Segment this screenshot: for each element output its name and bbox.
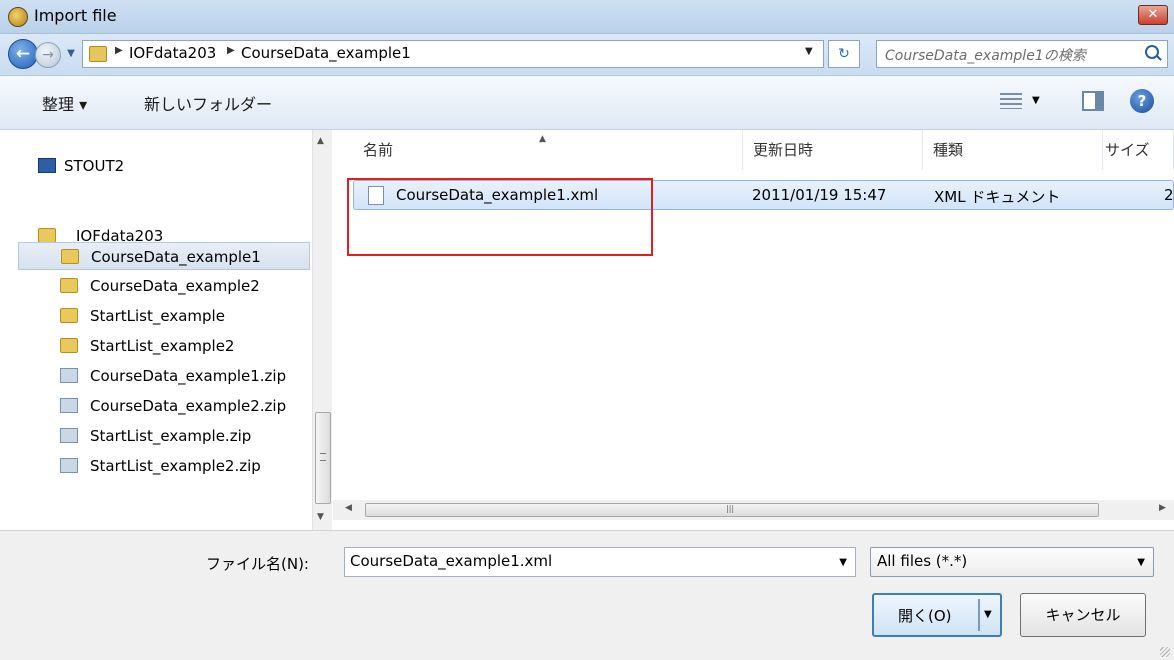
scroll-left-icon[interactable]: ◀	[345, 503, 352, 513]
folder-icon	[60, 338, 78, 353]
zip-icon	[60, 398, 78, 413]
address-bar: ← → ▼ ▶ IOFdata203 ▶ CourseData_example1…	[0, 34, 1174, 76]
nav-item-startlist-example[interactable]: StartList_example	[18, 302, 310, 330]
app-icon	[8, 7, 28, 27]
chevron-down-icon[interactable]: ▼	[984, 609, 992, 620]
nav-item-label: StartList_example2	[90, 337, 235, 355]
nav-item-stout2[interactable]: STOUT2	[18, 152, 310, 180]
view-options-icon[interactable]	[1000, 93, 1022, 109]
breadcrumb-segment[interactable]: CourseData_example1	[241, 44, 411, 62]
nav-item-coursedata-example1-zip[interactable]: CourseData_example1.zip	[18, 362, 310, 390]
address-field[interactable]: ▶ IOFdata203 ▶ CourseData_example1 ▼	[82, 40, 824, 68]
new-folder-button[interactable]: 新しいフォルダー	[144, 91, 272, 115]
nav-item-coursedata-example2[interactable]: CourseData_example2	[18, 272, 310, 300]
grip-icon: |||	[726, 504, 735, 513]
nav-item-label: CourseData_example2	[90, 277, 260, 295]
forward-button[interactable]: →	[35, 42, 61, 68]
nav-item-coursedata-example2-zip[interactable]: CourseData_example2.zip	[18, 392, 310, 420]
search-input[interactable]: CourseData_example1の検索	[876, 40, 1168, 68]
cancel-button[interactable]: キャンセル	[1020, 593, 1146, 637]
nav-item-startlist-example2-zip[interactable]: StartList_example2.zip	[18, 452, 310, 480]
file-type-value: All files (*.*)	[877, 552, 968, 570]
nav-item-label: StartList_example	[90, 307, 225, 325]
scrollbar-thumb[interactable]: |||	[365, 503, 1099, 517]
nav-item-label: CourseData_example1	[91, 248, 261, 266]
search-icon[interactable]	[1145, 45, 1159, 59]
title-bar: Import file ✕	[0, 0, 1174, 34]
chevron-right-icon[interactable]: ▶	[115, 45, 123, 56]
nav-item-label: StartList_example2.zip	[90, 457, 261, 475]
sort-ascending-icon: ▲	[539, 134, 546, 144]
search-placeholder: CourseData_example1の検索	[885, 48, 1086, 64]
dialog-footer: ファイル名(N): CourseData_example1.xml ▼ All …	[0, 530, 1174, 660]
chevron-down-icon[interactable]: ▼	[1137, 557, 1145, 568]
open-button[interactable]: 開く(O) ▼	[872, 593, 1002, 637]
organize-button[interactable]: 整理 ▾	[42, 91, 87, 115]
folder-icon	[61, 249, 79, 264]
refresh-button[interactable]: ↻	[828, 40, 860, 68]
filename-value: CourseData_example1.xml	[350, 552, 553, 570]
folder-icon	[60, 278, 78, 293]
zip-icon	[60, 428, 78, 443]
command-bar: 整理 ▾ 新しいフォルダー ▼ ?	[0, 76, 1174, 130]
horizontal-scrollbar[interactable]: ◀ ||| ▶	[333, 500, 1174, 520]
preview-pane-icon[interactable]	[1082, 91, 1104, 111]
column-header-name[interactable]: 名前	[363, 130, 743, 170]
grip-icon	[320, 453, 326, 461]
vertical-scrollbar[interactable]: ▲ ▼	[312, 130, 332, 530]
filename-label: ファイル名(N):	[206, 555, 309, 573]
computer-icon	[38, 158, 56, 173]
file-modified: 2011/01/19 15:47	[752, 186, 887, 204]
breadcrumb-segment[interactable]: IOFdata203	[129, 44, 216, 62]
zip-icon	[60, 368, 78, 383]
red-highlight-box	[347, 178, 653, 256]
file-list: 名前 ▲ 更新日時 種類 サイズ CourseData_example1.xml…	[333, 130, 1174, 530]
back-button[interactable]: ←	[8, 39, 38, 69]
window-title: Import file	[34, 6, 117, 25]
nav-item-label: StartList_example.zip	[90, 427, 252, 445]
nav-item-label: STOUT2	[64, 157, 125, 175]
file-type: XML ドキュメント	[934, 188, 1061, 206]
chevron-down-icon[interactable]: ▼	[1032, 95, 1040, 106]
column-header-size[interactable]: サイズ	[1105, 130, 1174, 170]
column-header-type[interactable]: 種類	[933, 130, 1103, 170]
file-size: 2	[1164, 186, 1174, 204]
nav-item-coursedata-example1[interactable]: CourseData_example1	[18, 242, 310, 270]
resize-grip-icon[interactable]	[1160, 647, 1170, 657]
chevron-down-icon[interactable]: ▼	[839, 557, 847, 568]
filename-field[interactable]: CourseData_example1.xml ▼	[344, 547, 856, 577]
scrollbar-thumb[interactable]	[315, 412, 331, 504]
column-header-modified[interactable]: 更新日時	[753, 130, 923, 170]
help-icon[interactable]: ?	[1130, 89, 1154, 113]
chevron-right-icon[interactable]: ▶	[227, 45, 235, 56]
recent-pages-dropdown[interactable]: ▼	[64, 44, 78, 64]
zip-icon	[60, 458, 78, 473]
nav-item-label: CourseData_example1.zip	[90, 367, 287, 385]
nav-item-startlist-example2[interactable]: StartList_example2	[18, 332, 310, 360]
folder-icon	[38, 228, 56, 243]
close-button[interactable]: ✕	[1138, 5, 1168, 25]
scroll-right-icon[interactable]: ▶	[1159, 503, 1166, 513]
open-button-label: 開く(O)	[898, 607, 952, 625]
nav-item-label: CourseData_example2.zip	[90, 397, 287, 415]
file-type-select[interactable]: All files (*.*) ▼	[870, 547, 1154, 577]
scroll-down-icon[interactable]: ▼	[317, 512, 324, 522]
folder-icon	[60, 308, 78, 323]
folder-icon	[89, 46, 107, 62]
split-divider	[978, 599, 980, 631]
navigation-pane: STOUT2 IOFdata203 CourseData_example1 Co…	[0, 130, 332, 530]
chevron-down-icon[interactable]: ▼	[805, 46, 813, 57]
nav-item-startlist-example-zip[interactable]: StartList_example.zip	[18, 422, 310, 450]
scroll-up-icon[interactable]: ▲	[317, 136, 324, 146]
